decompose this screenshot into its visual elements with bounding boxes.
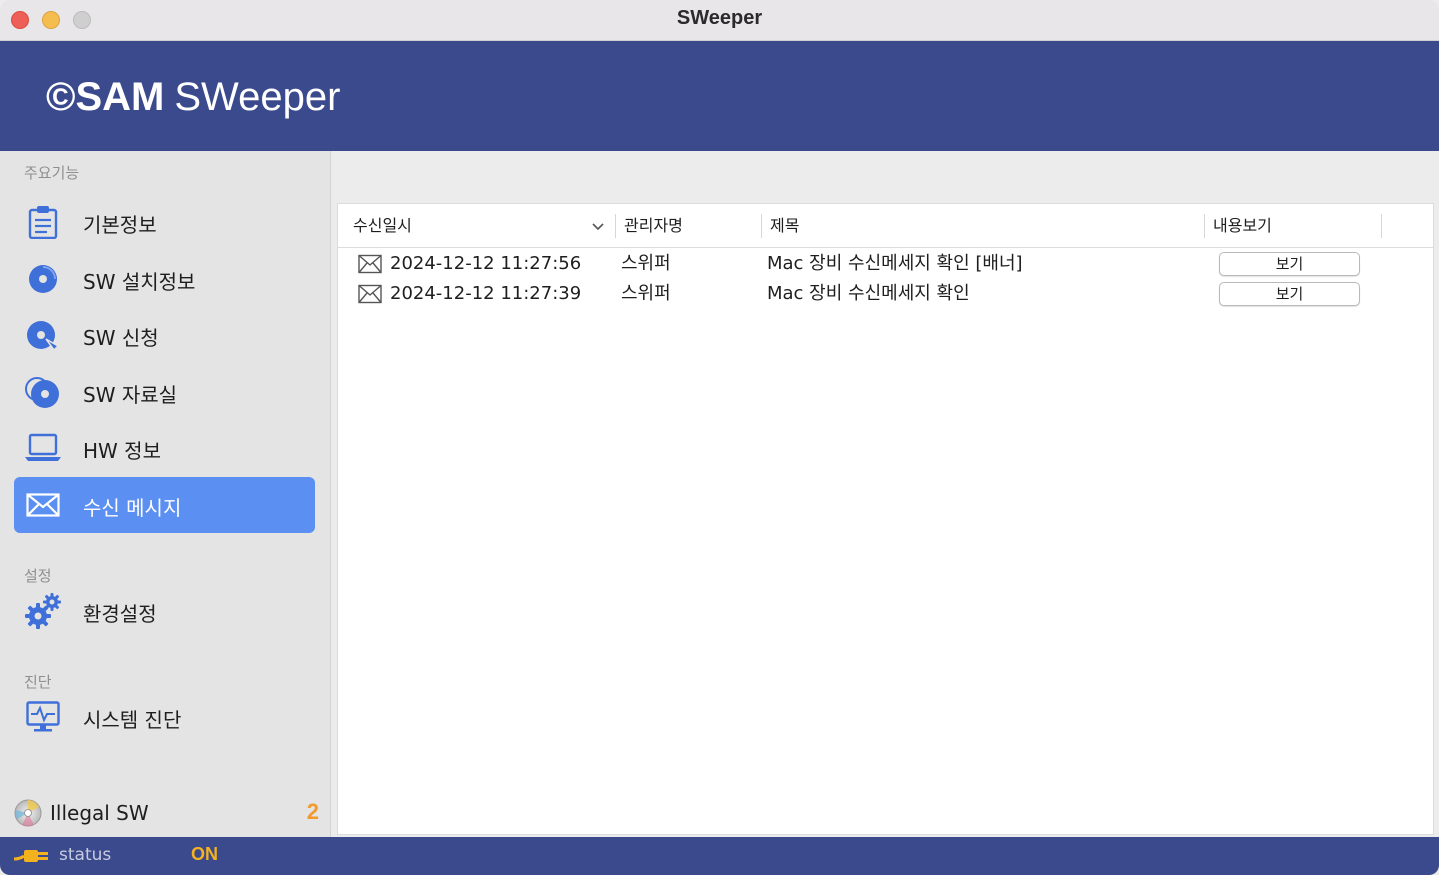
column-header-received[interactable]: 수신일시 bbox=[353, 204, 412, 248]
cell-admin: 스위퍼 bbox=[621, 253, 671, 274]
sidebar-item-label: 환경설정 bbox=[83, 602, 157, 626]
messages-table: 수신일시 관리자명 제목 내용보기 2024-12-12 11:27:56 스위… bbox=[337, 203, 1434, 835]
column-divider[interactable] bbox=[761, 214, 762, 238]
cell-received: 2024-12-12 11:27:39 bbox=[390, 283, 582, 304]
view-button[interactable]: 보기 bbox=[1219, 282, 1360, 306]
window-title: SWeeper bbox=[676, 7, 763, 29]
cell-received: 2024-12-12 11:27:56 bbox=[390, 253, 582, 274]
illegal-sw-label: Illegal SW bbox=[50, 801, 149, 825]
envelope-icon bbox=[358, 254, 382, 274]
plug-icon bbox=[14, 850, 48, 862]
sidebar-item-label: SW 신청 bbox=[83, 326, 159, 350]
illegal-sw-count: 2 bbox=[306, 799, 319, 824]
column-divider[interactable] bbox=[1204, 214, 1205, 238]
status-bar: status ON bbox=[0, 837, 1439, 875]
sidebar-item-label: HW 정보 bbox=[83, 439, 161, 463]
gears-icon bbox=[24, 592, 62, 630]
clipboard-icon bbox=[24, 203, 62, 241]
sidebar-item-basic-info[interactable]: 기본정보 bbox=[14, 194, 315, 250]
logo-product: SWeeper bbox=[174, 75, 341, 119]
sidebar-item-sw-library[interactable]: SW 자료실 bbox=[14, 364, 315, 420]
section-label-main: 주요기능 bbox=[24, 164, 80, 182]
envelope-icon bbox=[24, 486, 62, 524]
sidebar: 주요기능 기본정보 SW 설치정보 SW 신청 SW 자료실 HW 정보 수신 … bbox=[0, 151, 331, 837]
table-row[interactable]: 2024-12-12 11:27:56 스위퍼 Mac 장비 수신메세지 확인 … bbox=[338, 249, 1433, 279]
main-content: 수신일시 관리자명 제목 내용보기 2024-12-12 11:27:56 스위… bbox=[331, 151, 1439, 837]
header-banner: ©SAM SWeeper bbox=[0, 41, 1439, 151]
table-header: 수신일시 관리자명 제목 내용보기 bbox=[338, 204, 1433, 248]
sidebar-item-settings[interactable]: 환경설정 bbox=[14, 583, 315, 639]
cell-admin: 스위퍼 bbox=[621, 283, 671, 304]
cell-title: Mac 장비 수신메세지 확인 bbox=[767, 283, 970, 304]
logo-brand: SAM bbox=[75, 75, 165, 119]
sidebar-item-system-diagnosis[interactable]: 시스템 진단 bbox=[14, 689, 315, 745]
title-bar: SWeeper bbox=[0, 0, 1439, 41]
disc-icon bbox=[24, 260, 62, 298]
disc-request-icon bbox=[24, 316, 62, 354]
column-header-view[interactable]: 내용보기 bbox=[1213, 204, 1272, 248]
illegal-sw-indicator[interactable]: Illegal SW 2 bbox=[14, 796, 319, 830]
column-divider[interactable] bbox=[615, 214, 616, 238]
column-header-title[interactable]: 제목 bbox=[770, 204, 799, 248]
sidebar-item-label: SW 설치정보 bbox=[83, 270, 196, 294]
app-window: SWeeper ©SAM SWeeper 주요기능 기본정보 SW 설치정보 S… bbox=[0, 0, 1439, 875]
monitor-pulse-icon bbox=[24, 698, 62, 736]
laptop-icon bbox=[24, 429, 62, 467]
sidebar-item-label: 기본정보 bbox=[83, 213, 157, 237]
status-value: ON bbox=[191, 844, 218, 864]
sidebar-item-label: 시스템 진단 bbox=[83, 708, 182, 732]
status-label: status bbox=[59, 845, 112, 865]
column-header-admin[interactable]: 관리자명 bbox=[624, 204, 683, 248]
sidebar-item-sw-install-info[interactable]: SW 설치정보 bbox=[14, 251, 315, 307]
sidebar-item-messages[interactable]: 수신 메시지 bbox=[14, 477, 315, 533]
app-logo: ©SAM SWeeper bbox=[46, 75, 340, 119]
cell-title: Mac 장비 수신메세지 확인 [배너] bbox=[767, 253, 1023, 274]
sidebar-item-hw-info[interactable]: HW 정보 bbox=[14, 420, 315, 476]
disc-library-icon bbox=[24, 373, 62, 411]
column-divider[interactable] bbox=[1381, 214, 1382, 238]
sidebar-item-sw-request[interactable]: SW 신청 bbox=[14, 307, 315, 363]
sidebar-item-label: SW 자료실 bbox=[83, 383, 178, 407]
logo-symbol: © bbox=[46, 75, 76, 119]
chevron-down-icon[interactable] bbox=[590, 218, 606, 234]
table-row[interactable]: 2024-12-12 11:27:39 스위퍼 Mac 장비 수신메세지 확인 … bbox=[338, 279, 1433, 309]
envelope-icon bbox=[358, 284, 382, 304]
view-button[interactable]: 보기 bbox=[1219, 252, 1360, 276]
cd-disc-icon bbox=[14, 799, 42, 827]
sidebar-item-label: 수신 메시지 bbox=[83, 496, 182, 520]
